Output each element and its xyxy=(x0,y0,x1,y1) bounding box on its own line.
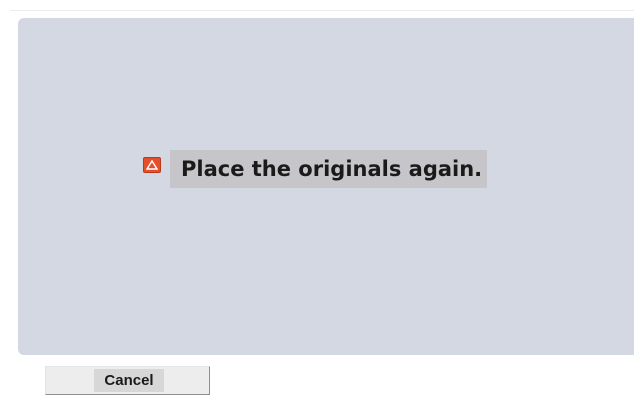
cancel-button-label: Cancel xyxy=(94,369,164,392)
status-message: Place the originals again. xyxy=(170,150,487,188)
warning-icon xyxy=(143,157,161,173)
top-divider xyxy=(10,10,634,11)
copier-screen: Place the originals again. Cancel xyxy=(0,0,634,403)
cancel-button[interactable]: Cancel xyxy=(45,366,210,395)
